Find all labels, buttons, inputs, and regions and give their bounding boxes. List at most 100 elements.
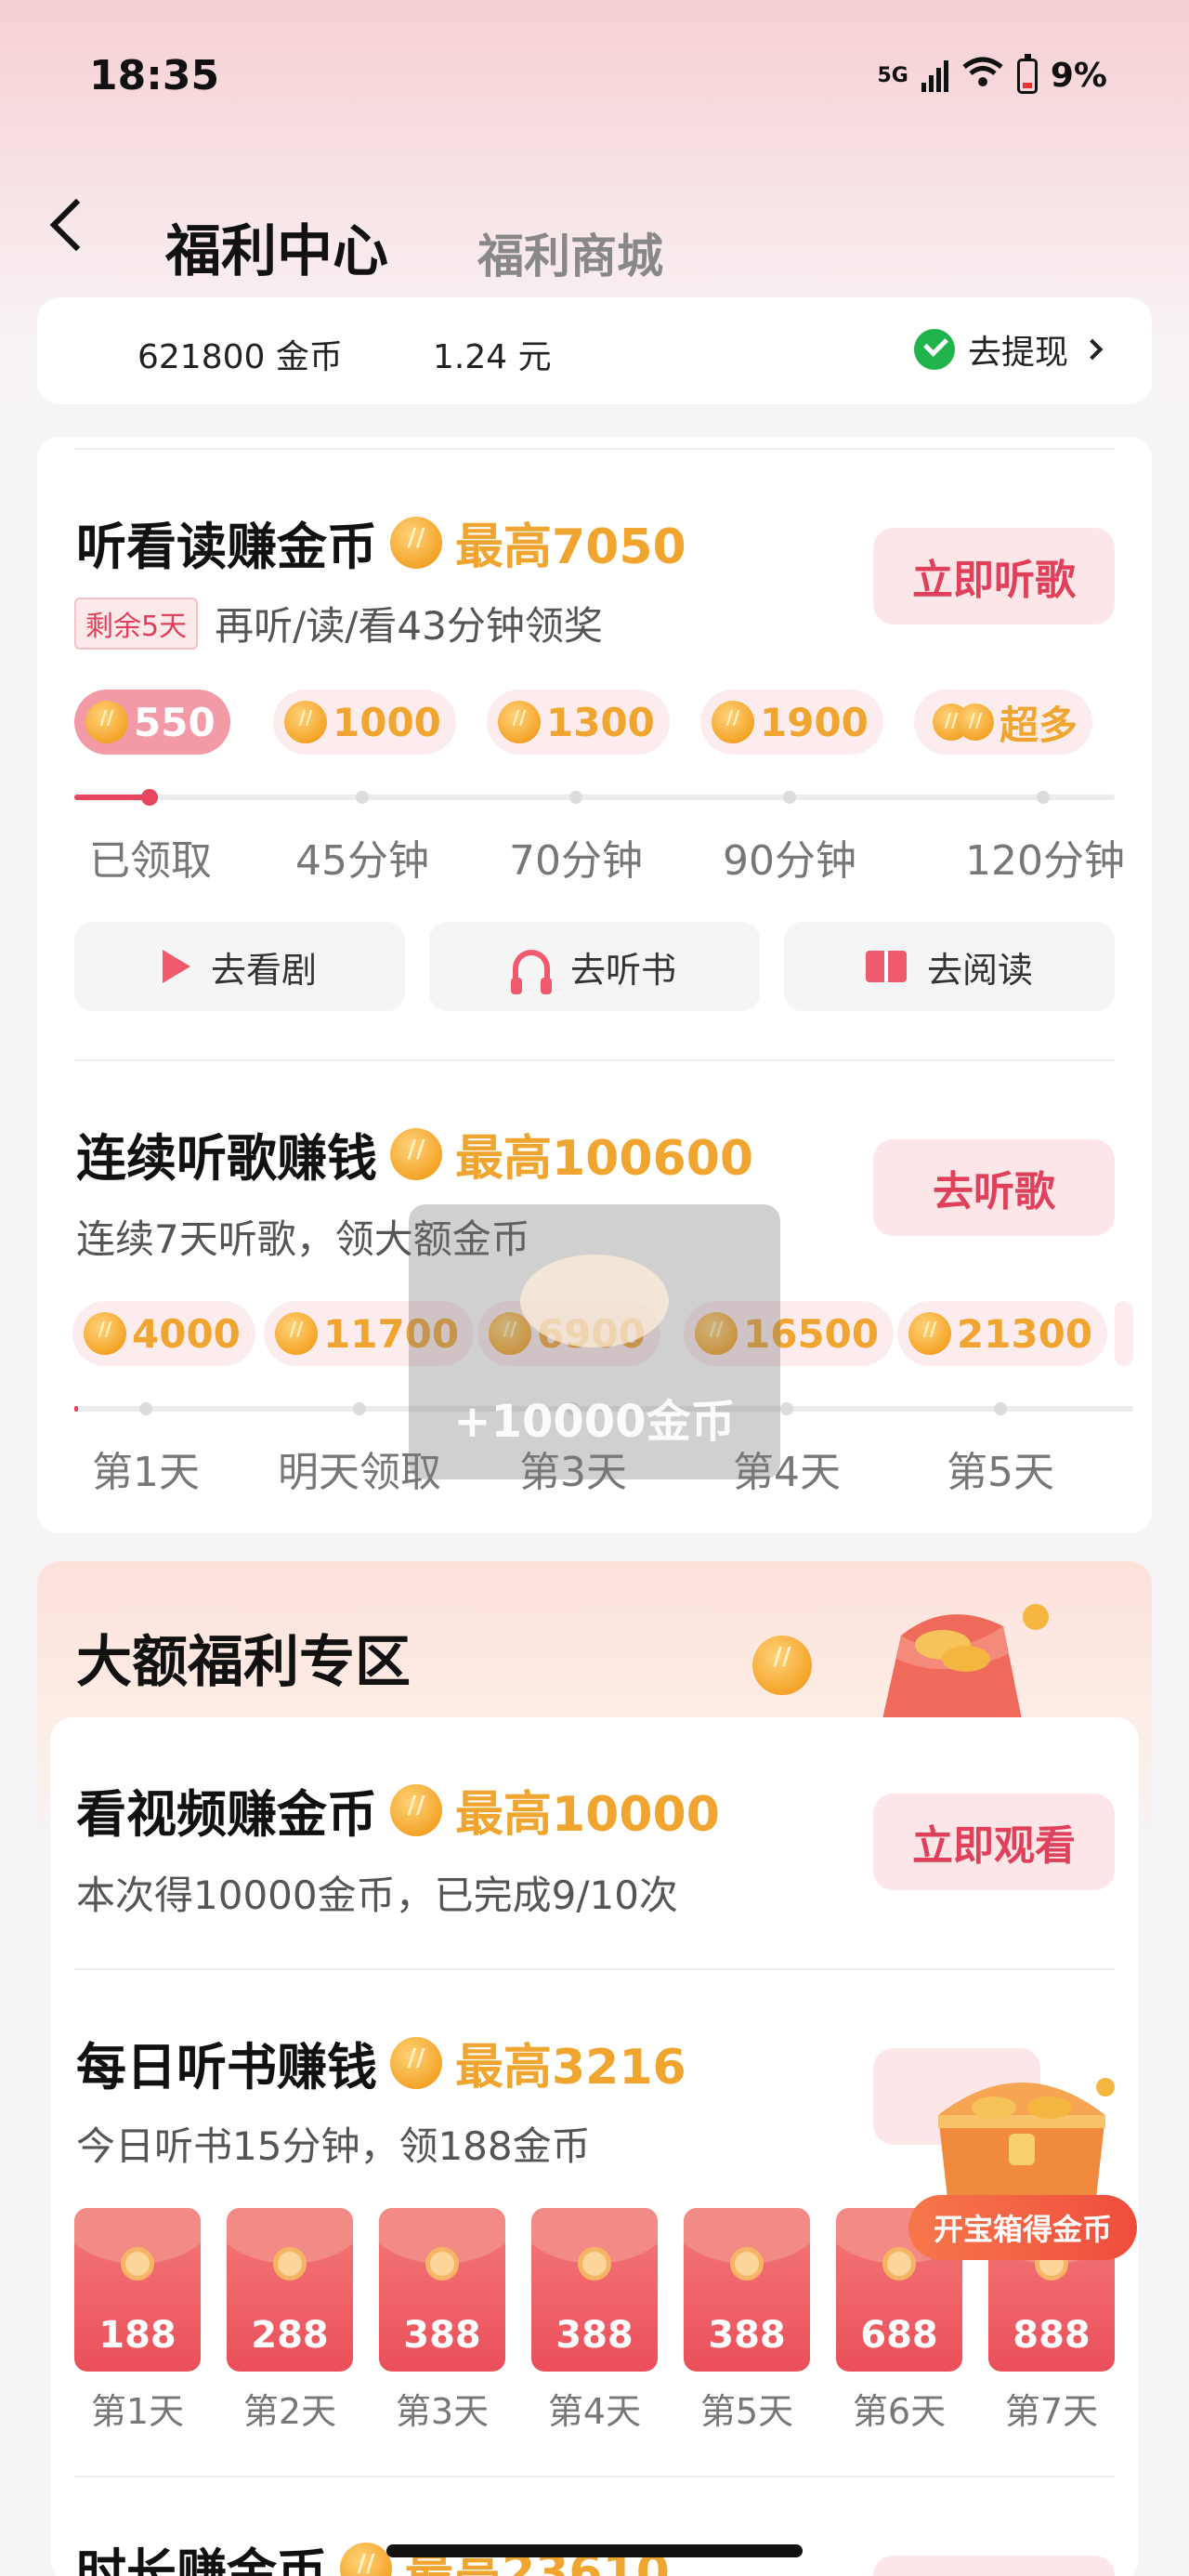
gift-bag-icon [762, 1580, 1050, 1728]
tab-welfare-mall[interactable]: 福利商城 [477, 219, 663, 286]
task-listen-subtitle-row: 剩余5天 再听/读/看43分钟领奖 [74, 595, 603, 651]
progress-dot [994, 1402, 1007, 1415]
red-packet-icon[interactable]: 288 [227, 2208, 353, 2372]
red-packet-day: 第1天 [90, 2391, 185, 2432]
task-video-subtitle: 本次得10000金币，已完成9/10次 [76, 1873, 678, 1918]
coin-icon [752, 1636, 812, 1695]
listen-book-button[interactable]: 去听书 [429, 922, 760, 1011]
task-max-reward: 最高3216 [455, 2040, 686, 2096]
red-packet-day: 第5天 [699, 2391, 794, 2432]
step-label: 已领取 [89, 837, 212, 885]
task-book-title: 每日听书赚钱 最高3216 [76, 2026, 686, 2099]
treasure-chest-icon[interactable] [920, 2050, 1124, 2208]
reward-pill-partial [1115, 1301, 1133, 1366]
withdraw-button[interactable]: 去提现 [914, 325, 1104, 374]
progress-dot [353, 1402, 366, 1415]
reward-pill: 1000 [273, 690, 456, 755]
coin-icon [275, 1312, 318, 1355]
task-listen-title: 听看读赚金币 最高7050 [76, 506, 686, 579]
coin-icon [498, 701, 541, 743]
progress-dot [783, 791, 796, 804]
chevron-right-icon [1081, 338, 1104, 361]
task-title-text: 每日听书赚钱 [76, 2038, 377, 2096]
status-icons: 5G 9% [877, 53, 1107, 96]
open-chest-button[interactable]: 开宝箱得金币 [908, 2195, 1137, 2260]
withdraw-label: 去提现 [968, 334, 1069, 372]
listen-now-button[interactable]: 立即听歌 [873, 528, 1115, 624]
coin-icon [390, 1127, 442, 1180]
coin-icon [712, 701, 754, 743]
coin-icon [390, 1783, 442, 1836]
cash-balance: 1.24 元 [433, 338, 552, 376]
step-label: 120分钟 [965, 837, 1125, 885]
page-title[interactable]: 福利中心 [165, 206, 388, 287]
progress-dot [1037, 791, 1050, 804]
task-max-reward: 最高7050 [455, 519, 686, 575]
coin-icon [284, 701, 327, 743]
progress-dot [569, 791, 582, 804]
step-label: 第5天 [947, 1449, 1054, 1496]
coin-icon [390, 2036, 442, 2089]
step-label: 90分钟 [723, 837, 856, 885]
coin-icon [340, 2542, 392, 2576]
divider [74, 448, 1115, 450]
red-packet-icon[interactable]: 388 [684, 2208, 810, 2372]
task-max-reward: 最高10000 [455, 1787, 720, 1843]
remaining-days-badge: 剩余5天 [74, 597, 199, 650]
duration-task-button[interactable] [873, 2556, 1115, 2576]
progress-fill [74, 1406, 78, 1412]
red-packet-day: 第6天 [852, 2391, 947, 2432]
progress-dot [141, 789, 158, 806]
step-label: 70分钟 [509, 837, 643, 885]
task-streak-title: 连续听歌赚钱 最高100600 [76, 1117, 753, 1190]
coin-icon [85, 701, 128, 743]
coin-balance: 621800 金币 [137, 338, 343, 376]
reward-toast-text: +10000金币 [453, 1396, 736, 1448]
progress-dot [139, 1402, 152, 1415]
red-packet-day: 第2天 [242, 2391, 337, 2432]
task-book-subtitle: 今日听书15分钟，领188金币 [76, 2123, 591, 2169]
task-listen-subtitle: 再听/读/看43分钟领奖 [215, 603, 603, 649]
status-time: 18:35 [89, 52, 220, 99]
coin-pile-icon [520, 1255, 669, 1347]
divider [74, 1968, 1115, 1970]
coin-icon [84, 1312, 126, 1355]
watch-drama-button[interactable]: 去看剧 [74, 922, 405, 1011]
red-packet-icon[interactable]: 388 [531, 2208, 658, 2372]
wechat-icon [914, 329, 955, 370]
red-packet-icon[interactable]: 188 [74, 2208, 201, 2372]
reward-pill: 21300 [897, 1301, 1108, 1366]
play-icon [162, 950, 190, 983]
red-packet-item: 388 第4天 [531, 2208, 658, 2434]
divider [74, 1059, 1115, 1061]
battery-level: 9% [1050, 57, 1107, 95]
go-listen-button[interactable]: 去听歌 [873, 1139, 1115, 1236]
task-title-text: 看视频赚金币 [76, 1785, 377, 1844]
task-title-text: 听看读赚金币 [76, 518, 377, 576]
red-packet-day: 第3天 [395, 2391, 490, 2432]
progress-dot [356, 791, 369, 804]
reward-pill: 1300 [487, 690, 670, 755]
step-label: 第1天 [92, 1449, 200, 1496]
task-title-text: 连续听歌赚钱 [76, 1129, 377, 1188]
wifi-icon [961, 56, 1004, 96]
reward-pill: 4000 [72, 1301, 255, 1366]
watch-now-button[interactable]: 立即观看 [873, 1794, 1115, 1890]
reward-pill: 550 [74, 690, 230, 755]
reward-pill: 超多 [914, 690, 1093, 755]
zone-title: 大额福利专区 [76, 1630, 411, 1695]
progress-dot [780, 1402, 793, 1415]
task-title-text: 时长赚金币 [76, 2543, 327, 2576]
home-indicator[interactable] [386, 2544, 803, 2557]
red-packet-item: 388 第5天 [684, 2208, 810, 2434]
red-packet-item: 188 第1天 [74, 2208, 201, 2434]
signal-icon: 5G [877, 64, 908, 87]
coin-pile-icon [933, 703, 994, 741]
headphones-icon [510, 950, 552, 994]
step-label: 45分钟 [295, 837, 429, 885]
read-button[interactable]: 去阅读 [784, 922, 1115, 1011]
task-max-reward: 最高100600 [455, 1131, 754, 1187]
red-packet-item: 388 第3天 [379, 2208, 505, 2434]
progress-track [74, 795, 1115, 800]
red-packet-icon[interactable]: 388 [379, 2208, 505, 2372]
